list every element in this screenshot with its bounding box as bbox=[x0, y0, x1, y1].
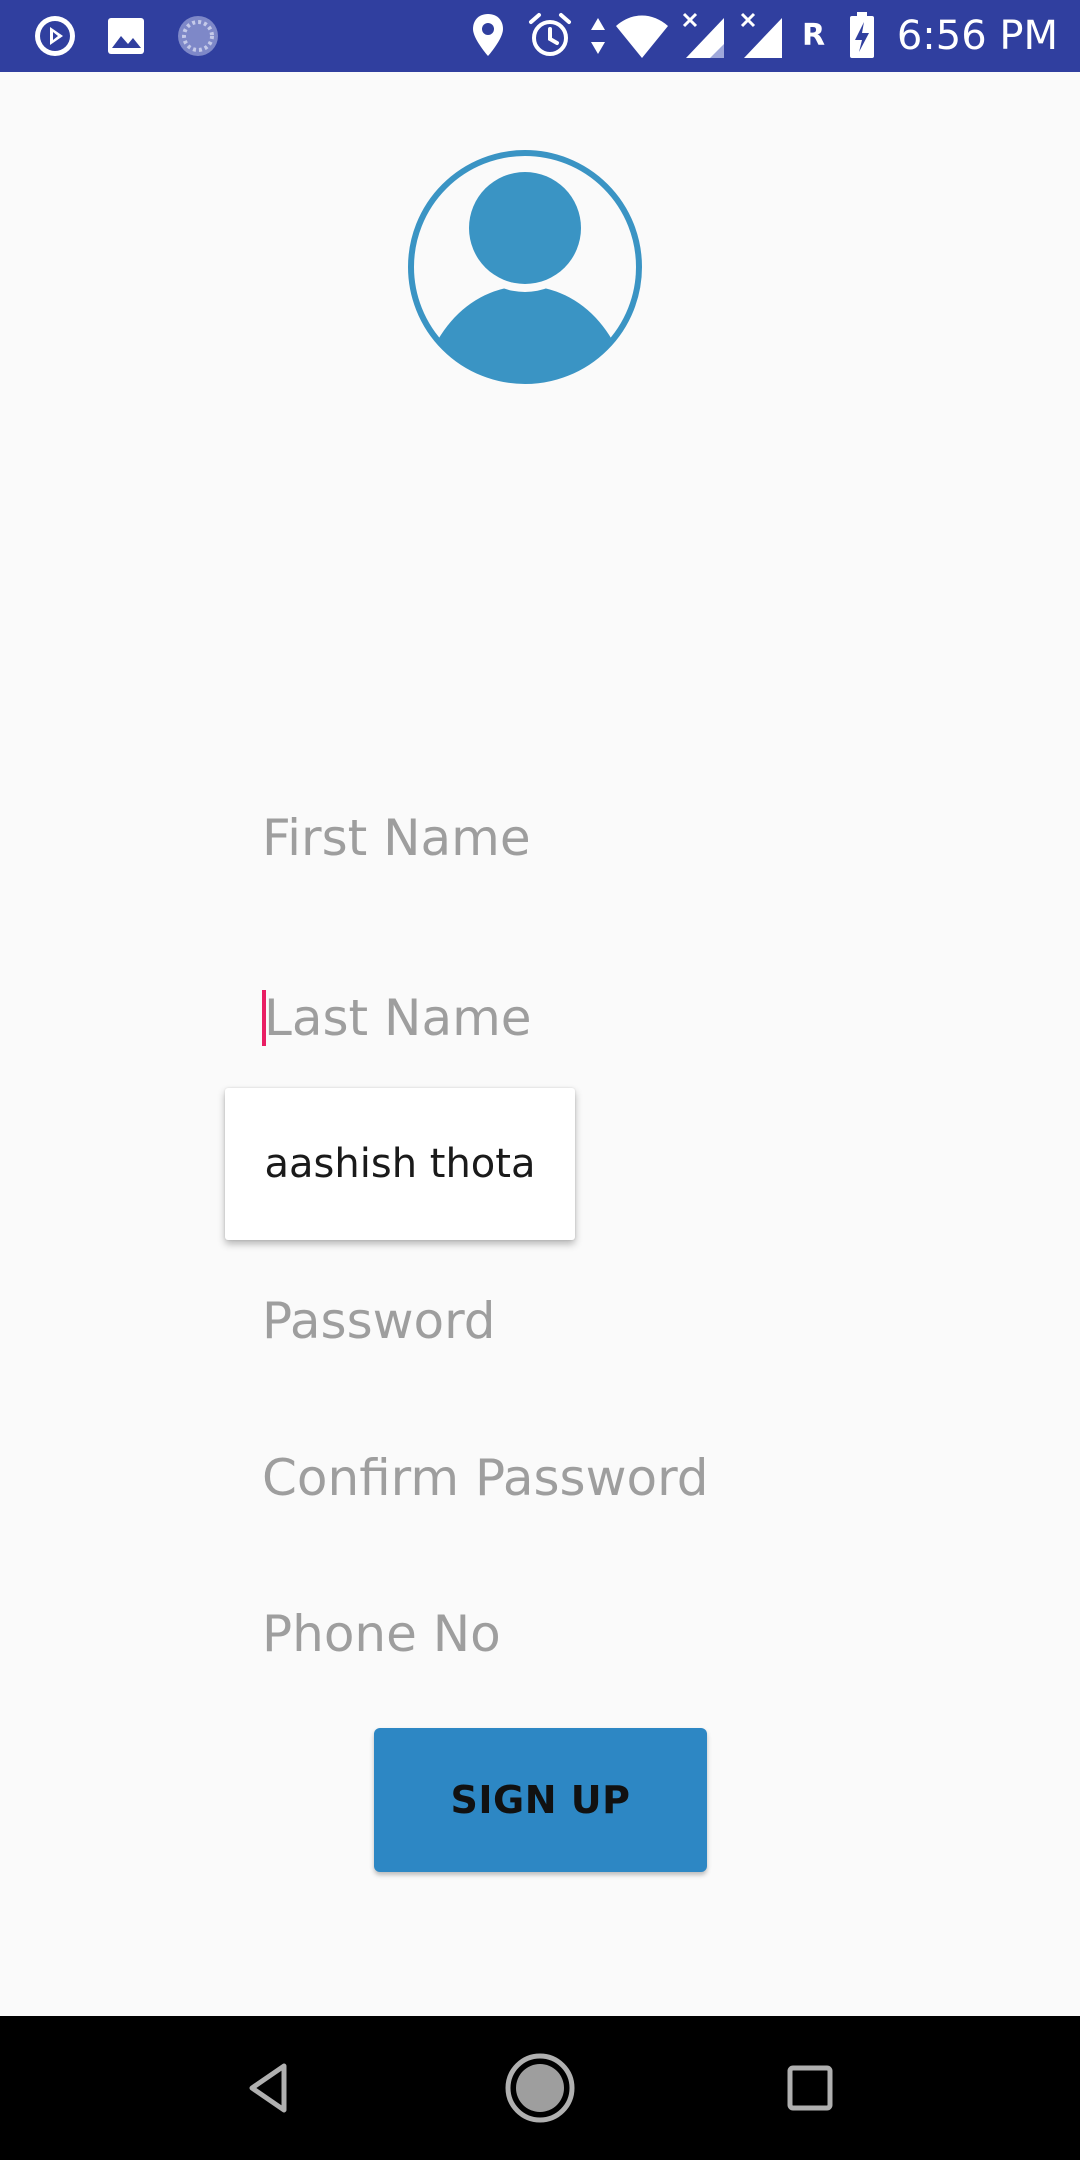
user-avatar-icon[interactable] bbox=[408, 148, 642, 386]
first-name-field[interactable] bbox=[262, 790, 822, 886]
data-transfer-icon bbox=[591, 18, 605, 54]
navigation-bar bbox=[0, 2016, 1080, 2160]
status-time: 6:56 PM bbox=[896, 13, 1058, 59]
sign-up-button[interactable]: SIGN UP bbox=[374, 1728, 707, 1872]
phone-no-input[interactable] bbox=[262, 1586, 822, 1682]
password-input[interactable] bbox=[262, 1273, 822, 1369]
battery-charging-icon bbox=[850, 12, 874, 58]
gallery-notification-icon bbox=[108, 18, 144, 54]
confirm-password-field[interactable] bbox=[262, 1430, 822, 1526]
home-button[interactable] bbox=[468, 2016, 612, 2160]
location-icon bbox=[473, 14, 503, 56]
back-icon bbox=[249, 2063, 287, 2113]
autocomplete-popup: aashish thota bbox=[225, 1088, 575, 1240]
autocomplete-suggestion[interactable]: aashish thota bbox=[225, 1088, 575, 1240]
signal-icon-2 bbox=[740, 12, 782, 58]
recents-button[interactable] bbox=[738, 2016, 882, 2160]
last-name-input[interactable] bbox=[262, 970, 822, 1066]
confirm-password-input[interactable] bbox=[262, 1430, 822, 1526]
last-name-field[interactable] bbox=[262, 970, 822, 1066]
signal-icon-1 bbox=[682, 12, 724, 58]
play-store-notification-icon bbox=[35, 16, 75, 56]
home-icon bbox=[505, 2053, 575, 2123]
recents-icon bbox=[787, 2065, 833, 2111]
roaming-icon: R bbox=[802, 18, 826, 53]
password-field[interactable] bbox=[262, 1273, 822, 1369]
status-bar: R 6:56 PM bbox=[0, 0, 1080, 72]
alarm-icon bbox=[529, 13, 571, 56]
text-cursor bbox=[262, 990, 266, 1046]
first-name-input[interactable] bbox=[262, 790, 822, 886]
phone-no-field[interactable] bbox=[262, 1586, 822, 1682]
sync-notification-icon bbox=[178, 16, 218, 56]
back-button[interactable] bbox=[198, 2016, 342, 2160]
wifi-icon bbox=[616, 15, 668, 58]
